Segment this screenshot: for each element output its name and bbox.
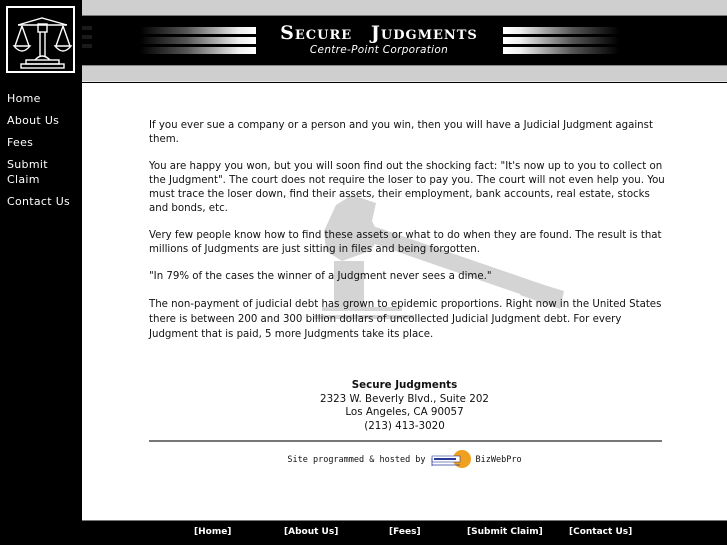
scales-of-justice-icon	[12, 17, 73, 69]
company-name: Secure Judgments	[351, 379, 458, 391]
bizwebpro-link[interactable]: BizWebPro	[476, 455, 522, 465]
quote-paragraph: "In 79% of the cases the winner of a Jud…	[149, 271, 492, 282]
site-title: Secure Judgments	[262, 22, 496, 44]
sidebar-nav: Home About Us Fees Submit Claim Contact …	[7, 91, 79, 216]
hosting-credit: Site programmed & hosted by BizWebPro	[82, 449, 727, 471]
bizwebpro-logo-icon	[431, 450, 471, 468]
footer-link-fees[interactable]: [Fees]	[389, 527, 421, 537]
sidebar-item-submit-claim[interactable]: Submit Claim	[7, 157, 55, 187]
footer-link-contact-us[interactable]: [Contact Us]	[569, 527, 632, 537]
site-title-first: Secure	[280, 22, 353, 44]
sidebar-item-about-us[interactable]: About Us	[7, 113, 79, 128]
city-state-zip: Los Angeles, CA 90057	[345, 406, 464, 418]
footer-link-home[interactable]: [Home]	[194, 527, 231, 537]
bizwebpro-logo[interactable]	[430, 449, 472, 471]
credit-text: Site programmed & hosted by	[287, 455, 426, 465]
header-stripes-left	[140, 27, 256, 57]
header-top-band	[82, 0, 727, 16]
sidebar-item-contact-us[interactable]: Contact Us	[7, 194, 79, 209]
site-subtitle: Centre-Point Corporation	[309, 44, 449, 56]
divider	[149, 440, 662, 442]
page: Secure Judgments Centre-Point Corporatio…	[0, 0, 727, 545]
contact-address: Secure Judgments 2323 W. Beverly Blvd., …	[82, 379, 727, 433]
header-bottom-band	[82, 65, 727, 82]
footer-nav: [Home] [About Us] [Fees] [Submit Claim] …	[82, 522, 727, 545]
header-stripes-right	[503, 27, 619, 57]
site-title-second: Judgments	[370, 22, 478, 44]
main-content: If you ever sue a company or a person an…	[82, 83, 727, 521]
paragraph: You are happy you won, but you will soon…	[149, 161, 665, 214]
sidebar-item-fees[interactable]: Fees	[7, 135, 79, 150]
footer-link-about-us[interactable]: [About Us]	[284, 527, 338, 537]
site-logo[interactable]	[6, 6, 75, 73]
street-address: 2323 W. Beverly Blvd., Suite 202	[320, 392, 489, 405]
paragraph: The non-payment of judicial debt has gro…	[149, 299, 662, 340]
footer-link-submit-claim[interactable]: [Submit Claim]	[467, 527, 543, 537]
header-decoration	[82, 26, 92, 53]
phone-number: (213) 413-3020	[364, 419, 445, 432]
paragraph: If you ever sue a company or a person an…	[149, 120, 653, 145]
sidebar-item-home[interactable]: Home	[7, 91, 79, 106]
article-body: If you ever sue a company or a person an…	[149, 119, 669, 355]
paragraph: Very few people know how to find these a…	[149, 230, 662, 255]
